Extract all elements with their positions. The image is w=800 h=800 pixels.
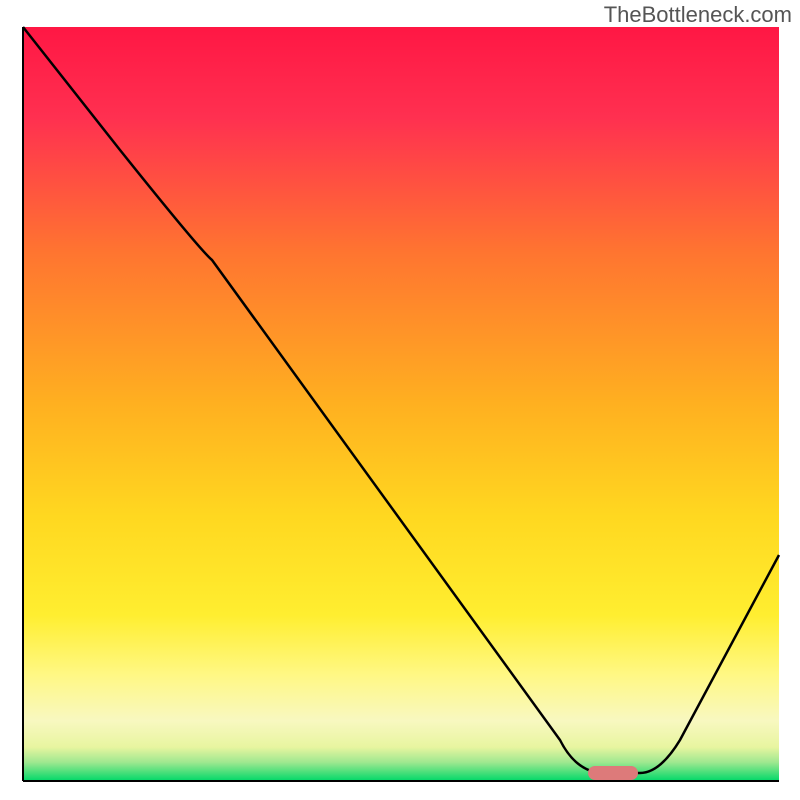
optimal-marker <box>588 766 638 780</box>
chart-svg <box>0 0 800 800</box>
heatmap-background <box>23 27 779 781</box>
watermark-text: TheBottleneck.com <box>604 2 792 28</box>
bottleneck-chart: TheBottleneck.com <box>0 0 800 800</box>
